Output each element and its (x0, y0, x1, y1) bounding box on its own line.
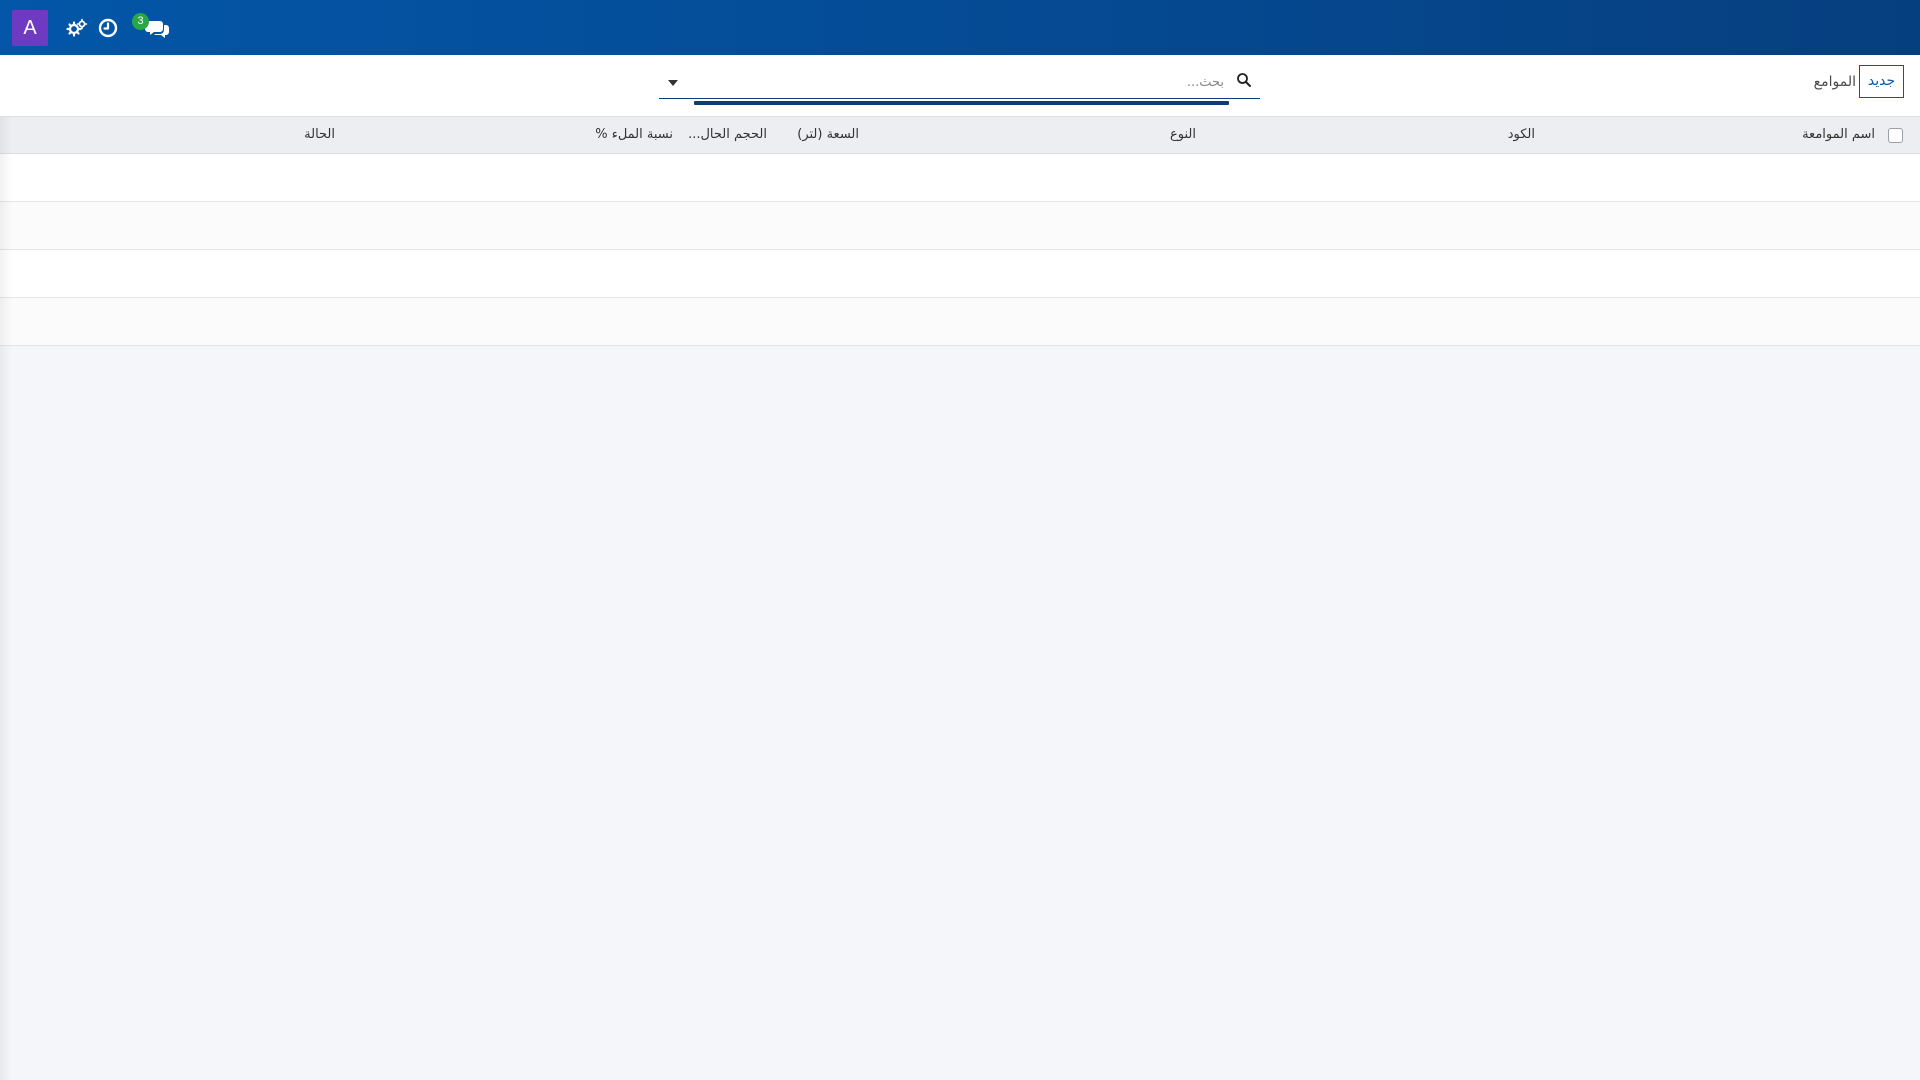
column-header-current-volume[interactable]: الحجم الحال... (688, 127, 767, 142)
column-header-fill-percent[interactable]: نسبة الملء % (595, 127, 673, 142)
new-button[interactable]: جديد (1859, 65, 1904, 98)
table-header: اسم الموامعة الكود النوع السعة (لتر) الح… (0, 117, 1920, 154)
column-header-code[interactable]: الكود (1508, 127, 1535, 142)
messages-badge: 3 (132, 13, 149, 30)
table-row (0, 250, 1920, 298)
search-options-toggle[interactable] (659, 71, 687, 95)
column-header-type[interactable]: النوع (1170, 127, 1196, 142)
top-navbar: A 3 (0, 0, 1920, 55)
table-row (0, 154, 1920, 202)
clock-icon[interactable] (97, 17, 119, 39)
column-header-status[interactable]: الحالة (304, 127, 335, 142)
column-header-capacity[interactable]: السعة (لتر) (797, 127, 859, 142)
cogs-icon[interactable] (66, 17, 88, 39)
list-table: اسم الموامعة الكود النوع السعة (لتر) الح… (0, 117, 1920, 346)
column-header-name[interactable]: اسم الموامعة (1802, 127, 1875, 142)
search-loading-bar (694, 101, 1229, 105)
caret-down-icon (668, 80, 678, 86)
search-icon[interactable] (1236, 72, 1252, 88)
control-panel: جديد الموامع (0, 55, 1920, 117)
page-title: الموامع (1813, 74, 1856, 90)
search-input[interactable] (693, 70, 1228, 94)
select-all-checkbox[interactable] (1888, 128, 1903, 143)
table-row (0, 298, 1920, 346)
user-avatar[interactable]: A (12, 10, 48, 46)
table-row (0, 202, 1920, 250)
search-box (659, 67, 1260, 105)
